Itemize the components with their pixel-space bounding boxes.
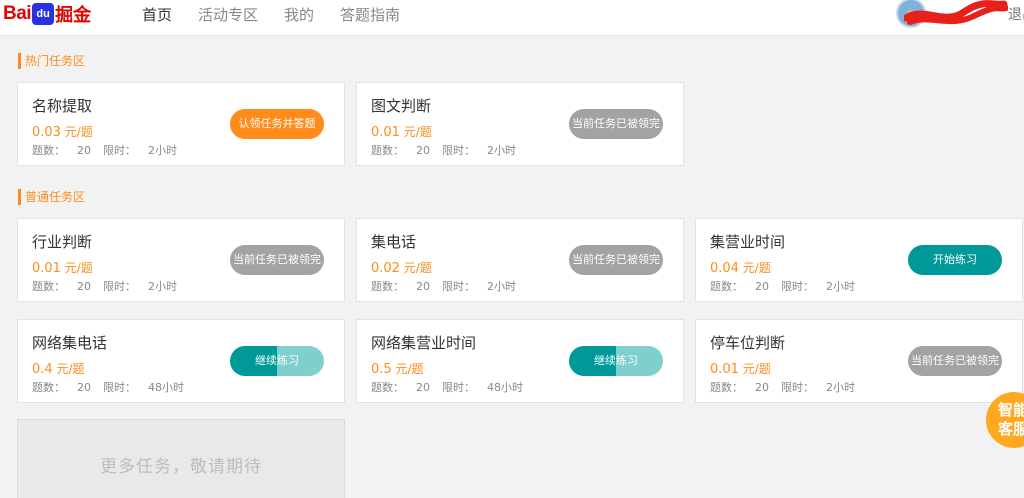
task-price-unit: 元/题 bbox=[64, 261, 93, 275]
logo-bai-text: Bai bbox=[3, 3, 32, 24]
baidu-logo[interactable]: Bai du 掘金 bbox=[3, 3, 92, 26]
task-name: 图文判断 bbox=[371, 97, 432, 115]
logout-link[interactable]: 退出 bbox=[1008, 4, 1024, 24]
task-price-unit: 元/题 bbox=[395, 362, 424, 376]
task-count: 题数： 20 bbox=[710, 280, 769, 293]
task-limit: 限时： 2小时 bbox=[103, 280, 177, 293]
task-price-unit: 元/题 bbox=[403, 261, 432, 275]
service-line1: 智能 bbox=[998, 401, 1024, 419]
redaction-scribble bbox=[904, 0, 1008, 25]
task-count: 题数： 20 bbox=[371, 144, 430, 157]
task-limit: 限时： 2小时 bbox=[442, 144, 516, 157]
section-title-hot: 热门任务区 bbox=[18, 53, 85, 69]
task-meta: 题数： 20 限时： 2小时 bbox=[710, 278, 855, 294]
task-price: 0.5 元/题 bbox=[371, 360, 424, 377]
task-limit: 限时： 2小时 bbox=[781, 280, 855, 293]
task-action-button[interactable]: 继续练习 bbox=[230, 346, 324, 376]
task-name: 停车位判断 bbox=[710, 334, 786, 352]
nav-events[interactable]: 活动专区 bbox=[198, 4, 258, 26]
task-price: 0.01 元/题 bbox=[32, 259, 93, 276]
task-action-button[interactable]: 开始练习 bbox=[908, 245, 1002, 275]
main-nav: 首页 活动专区 我的 答题指南 bbox=[142, 4, 426, 26]
task-price: 0.02 元/题 bbox=[371, 259, 432, 276]
task-price-unit: 元/题 bbox=[56, 362, 85, 376]
task-meta: 题数： 20 限时： 2小时 bbox=[32, 278, 177, 294]
section-title-normal: 普通任务区 bbox=[18, 189, 85, 205]
task-count: 题数： 20 bbox=[710, 381, 769, 394]
task-card[interactable]: 行业判断 0.01 元/题题数： 20 限时： 2小时 当前任务已被领完 bbox=[17, 218, 345, 302]
task-action-button[interactable]: 继续练习 bbox=[569, 346, 663, 376]
task-card[interactable]: 图文判断 0.01 元/题题数： 20 限时： 2小时 当前任务已被领完 bbox=[356, 82, 684, 166]
task-name: 名称提取 bbox=[32, 97, 93, 115]
task-price-value: 0.4 bbox=[32, 362, 53, 377]
task-name: 网络集营业时间 bbox=[371, 334, 477, 352]
task-count: 题数： 20 bbox=[371, 381, 430, 394]
task-meta: 题数： 20 限时： 2小时 bbox=[371, 278, 516, 294]
task-price-value: 0.01 bbox=[371, 125, 400, 140]
task-name: 集电话 bbox=[371, 233, 417, 251]
task-name: 集营业时间 bbox=[710, 233, 786, 251]
task-price: 0.01 元/题 bbox=[371, 123, 432, 140]
task-card[interactable]: 网络集电话 0.4 元/题题数： 20 限时： 48小时 继续练习 bbox=[17, 319, 345, 403]
task-limit: 限时： 48小时 bbox=[442, 381, 523, 394]
task-action-button[interactable]: 当前任务已被领完 bbox=[908, 346, 1002, 376]
logo-jue-text: 掘金 bbox=[55, 5, 92, 26]
task-action-button[interactable]: 当前任务已被领完 bbox=[230, 245, 324, 275]
task-price-value: 0.04 bbox=[710, 261, 739, 276]
logo-paw-icon: du bbox=[32, 3, 55, 25]
task-limit: 限时： 48小时 bbox=[103, 381, 184, 394]
task-name: 行业判断 bbox=[32, 233, 93, 251]
task-price: 0.03 元/题 bbox=[32, 123, 93, 140]
task-price-value: 0.03 bbox=[32, 125, 61, 140]
task-price-unit: 元/题 bbox=[403, 125, 432, 139]
service-line2: 客服 bbox=[998, 420, 1024, 438]
task-meta: 题数： 20 限时： 2小时 bbox=[32, 142, 177, 158]
task-price-value: 0.5 bbox=[371, 362, 392, 377]
task-name: 网络集电话 bbox=[32, 334, 108, 352]
task-price-unit: 元/题 bbox=[742, 261, 771, 275]
task-card[interactable]: 名称提取 0.03 元/题题数： 20 限时： 2小时 认领任务并答题 bbox=[17, 82, 345, 166]
task-meta: 题数： 20 限时： 48小时 bbox=[32, 379, 184, 395]
task-card[interactable]: 网络集营业时间 0.5 元/题题数： 20 限时： 48小时 继续练习 bbox=[356, 319, 684, 403]
more-tasks-text: 更多任务，敬请期待 bbox=[100, 457, 262, 477]
task-count: 题数： 20 bbox=[32, 381, 91, 394]
task-price: 0.01 元/题 bbox=[710, 360, 771, 377]
task-card[interactable]: 集电话 0.02 元/题题数： 20 限时： 2小时 当前任务已被领完 bbox=[356, 218, 684, 302]
task-meta: 题数： 20 限时： 2小时 bbox=[371, 142, 516, 158]
task-action-button[interactable]: 认领任务并答题 bbox=[230, 109, 324, 139]
task-price-unit: 元/题 bbox=[64, 125, 93, 139]
task-price-unit: 元/题 bbox=[742, 362, 771, 376]
more-tasks-card: 更多任务，敬请期待 bbox=[17, 419, 345, 498]
task-meta: 题数： 20 限时： 2小时 bbox=[710, 379, 855, 395]
top-bar: Bai du 掘金 首页 活动专区 我的 答题指南 退出 bbox=[0, 0, 1024, 36]
task-action-button[interactable]: 当前任务已被领完 bbox=[569, 245, 663, 275]
task-count: 题数： 20 bbox=[371, 280, 430, 293]
task-action-button[interactable]: 当前任务已被领完 bbox=[569, 109, 663, 139]
task-limit: 限时： 2小时 bbox=[442, 280, 516, 293]
task-meta: 题数： 20 限时： 48小时 bbox=[371, 379, 523, 395]
task-price-value: 0.01 bbox=[32, 261, 61, 276]
task-limit: 限时： 2小时 bbox=[103, 144, 177, 157]
task-price: 0.4 元/题 bbox=[32, 360, 85, 377]
task-price: 0.04 元/题 bbox=[710, 259, 771, 276]
task-card[interactable]: 停车位判断 0.01 元/题题数： 20 限时： 2小时 当前任务已被领完 bbox=[695, 319, 1023, 403]
nav-mine[interactable]: 我的 bbox=[284, 4, 314, 26]
nav-guide[interactable]: 答题指南 bbox=[340, 4, 400, 26]
task-count: 题数： 20 bbox=[32, 280, 91, 293]
task-card[interactable]: 集营业时间 0.04 元/题题数： 20 限时： 2小时 开始练习 bbox=[695, 218, 1023, 302]
task-limit: 限时： 2小时 bbox=[781, 381, 855, 394]
task-price-value: 0.01 bbox=[710, 362, 739, 377]
task-price-value: 0.02 bbox=[371, 261, 400, 276]
nav-home[interactable]: 首页 bbox=[142, 4, 172, 26]
task-count: 题数： 20 bbox=[32, 144, 91, 157]
